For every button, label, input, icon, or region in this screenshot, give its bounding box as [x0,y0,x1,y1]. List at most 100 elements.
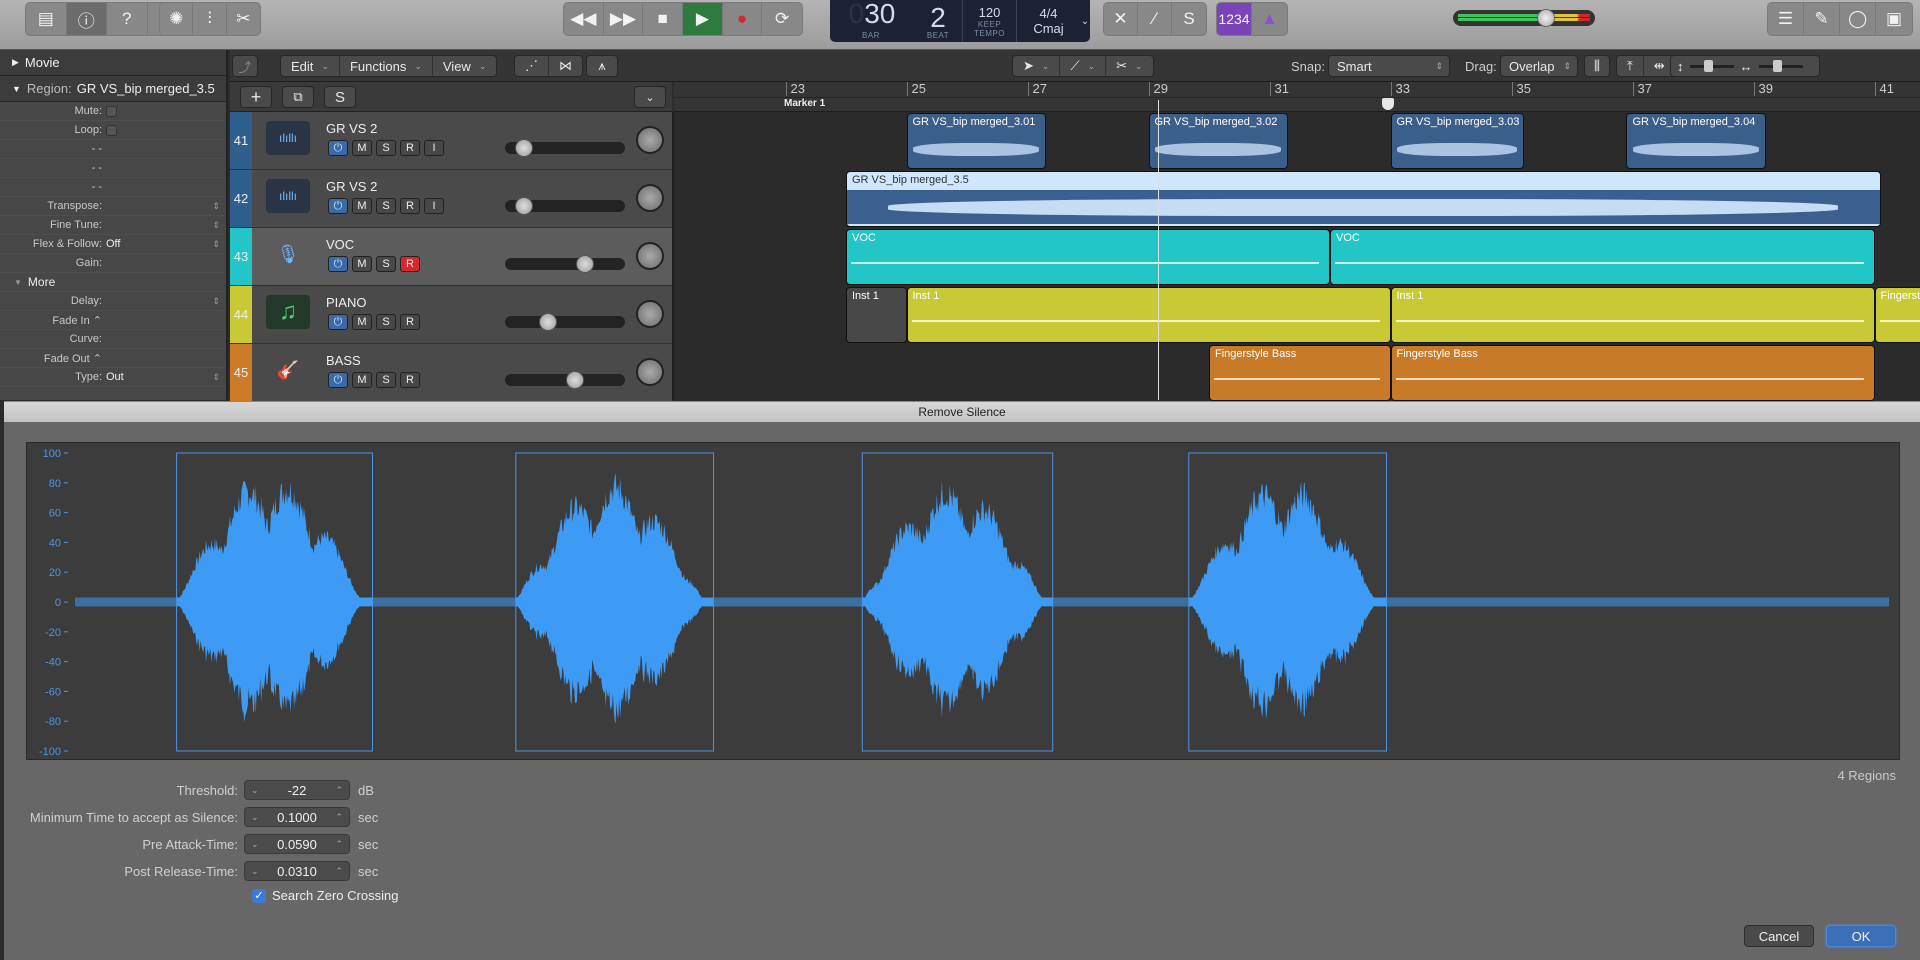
track-name[interactable]: GR VS 2 [326,179,377,194]
volume-fader[interactable] [505,139,625,157]
checkbox[interactable] [106,124,117,136]
field-value[interactable]: 0.0310 [277,864,317,879]
track-header[interactable]: 44 ♫ PIANO ⏻ M S R [230,286,672,344]
loop-browser-icon[interactable]: ◯ [1840,3,1877,35]
power-icon[interactable]: ⏻ [328,140,348,156]
stop-button[interactable]: ■ [643,3,684,35]
lcd-display[interactable]: 0 30 BAR 2 BEAT 120 KEEP TEMPO 4/4 Cmaj … [830,0,1090,42]
chevron-down-icon[interactable]: ⌄ [251,866,259,877]
flex-icon[interactable]: ⋈ [549,56,582,76]
mute-button[interactable]: M [352,198,372,214]
region[interactable]: Inst 1 [906,287,1391,343]
pan-knob[interactable] [636,126,664,154]
region[interactable]: GR VS_bip merged_3.01 [906,113,1046,169]
cycle-button[interactable]: ⟳ [762,3,802,35]
inspector-row[interactable]: Loop: [0,121,226,140]
record-button[interactable]: ● [723,3,763,35]
add-track-button[interactable]: + [240,86,272,108]
functions-menu[interactable]: Functions ⌄ [340,56,433,76]
volume-fader[interactable] [505,371,625,389]
region-section-header[interactable]: ▼ Region: GR VS_bip merged_3.5 [0,76,226,102]
chevron-down-icon[interactable]: ⌄ [251,785,259,796]
track-name[interactable]: PIANO [326,295,366,310]
ruler[interactable]: 23 25 27 29 31 33 35 37 39 41 Marker 1 [674,82,1920,112]
record-enable-button[interactable]: R [400,140,420,156]
master-volume-meter[interactable] [1453,10,1595,26]
power-icon[interactable]: ⏻ [328,314,348,330]
volume-fader[interactable] [505,313,625,331]
inspector-row[interactable]: Type: Out ⇕ [0,368,226,387]
pan-knob[interactable] [636,242,664,270]
volume-fader-knob[interactable] [538,313,557,331]
region[interactable]: GR VS_bip merged_3.03 [1390,113,1524,169]
more-section-header[interactable]: ▼ More [0,273,226,292]
automation-icon[interactable]: ⋰ [515,56,549,76]
solo-button[interactable]: S [376,198,396,214]
field-stepper[interactable]: ⌄ 0.0590 ⌃ [244,834,350,854]
filter-icon[interactable]: ⩚ [586,55,618,77]
volume-fader-knob[interactable] [566,371,585,389]
region[interactable]: Fingerstyle Bass [1390,345,1875,401]
volume-fader[interactable] [505,255,625,273]
master-volume-knob[interactable] [1537,9,1555,27]
pan-knob[interactable] [636,300,664,328]
pointer-tool-icon[interactable]: ➤ ⌄ [1013,56,1061,76]
power-icon[interactable]: ⏻ [328,256,348,272]
replace-icon[interactable]: ✕ [1104,3,1139,35]
region[interactable]: Fingerstyle Bass [1874,287,1920,343]
playhead[interactable] [1158,100,1159,400]
lcd-chevron-down-icon[interactable]: ⌄ [1080,0,1090,42]
zero-crossing-checkbox[interactable]: ✓ [252,888,266,903]
volume-fader-knob[interactable] [576,255,595,273]
scissors-tool-icon[interactable]: ✂ ⌄ [1106,56,1152,76]
chevron-down-icon[interactable]: ⌄ [251,812,259,823]
chevron-down-icon[interactable]: ⌄ [251,839,259,850]
stepper-icon[interactable]: ⇕ [212,239,220,250]
track-header-menu-icon[interactable]: ⌄ [634,86,666,108]
pan-knob[interactable] [636,358,664,386]
record-enable-button[interactable]: R [400,256,420,272]
view-menu[interactable]: View ⌄ [433,56,497,76]
track-name[interactable]: GR VS 2 [326,121,377,136]
input-monitor-button[interactable]: I [424,198,444,214]
pencil-tool-icon[interactable]: ⟋ ⌄ [1060,56,1107,76]
zoom-sliders[interactable]: ↕ ↔ [1670,55,1820,77]
region[interactable]: GR VS_bip merged_3.02 [1148,113,1288,169]
checkbox[interactable] [106,105,117,117]
solo-button[interactable]: S [376,372,396,388]
stepper-icon[interactable]: ⇕ [212,372,220,383]
solo-button[interactable]: S [376,256,396,272]
marker-1[interactable]: Marker 1 [784,98,825,109]
horizontal-zoom-slider[interactable] [1758,59,1803,72]
snap-select[interactable]: Smart ⇕ [1328,55,1450,77]
inspector-row[interactable]: Fine Tune: ⇕ [0,216,226,235]
inspector-row[interactable]: Delay: ⇕ [0,292,226,311]
solo-button[interactable]: S [376,140,396,156]
record-enable-button[interactable]: R [400,314,420,330]
region[interactable]: GR VS_bip merged_3.04 [1626,113,1766,169]
power-icon[interactable]: ⏻ [328,198,348,214]
browsers-icon[interactable]: ▣ [1876,3,1912,35]
field-value[interactable]: 0.0590 [277,837,317,852]
count-in-button[interactable]: 1234 [1217,3,1253,35]
duplicate-track-icon[interactable]: ⧉ [282,86,314,108]
mixer-icon[interactable]: ⫶ [193,3,227,35]
movie-section-header[interactable]: ▶ Movie [0,50,226,76]
solo-icon[interactable]: S [1172,3,1206,35]
inspector-row[interactable]: Transpose: ⇕ [0,197,226,216]
record-enable-button[interactable]: R [400,372,420,388]
region[interactable]: Inst 1 [846,287,907,343]
quick-help-icon[interactable]: ? [107,3,148,35]
mute-button[interactable]: M [352,314,372,330]
drag-select[interactable]: Overlap ⇕ [1500,55,1578,77]
catch-up-icon[interactable]: ⤴ [232,55,258,77]
track-header[interactable]: 45 🎸 BASS ⏻ M S R [230,344,672,402]
list-editors-icon[interactable]: ☰ [1768,3,1805,35]
playhead-handle[interactable] [1382,98,1394,110]
field-stepper[interactable]: ⌄ 0.0310 ⌃ [244,861,350,881]
mute-button[interactable]: M [352,140,372,156]
global-solo-button[interactable]: S [324,86,356,108]
stepper-icon[interactable]: ⇕ [212,201,220,212]
chevron-up-icon[interactable]: ⌃ [335,812,343,823]
tuner-icon[interactable]: ⁄ [1138,3,1173,35]
